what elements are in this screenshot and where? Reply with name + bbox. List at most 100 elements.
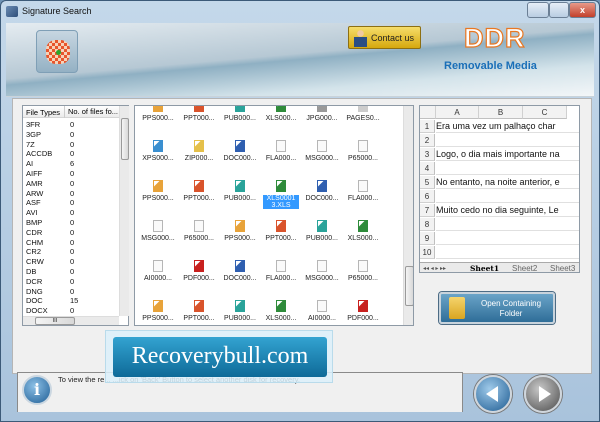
list-item[interactable]: AIFF 0	[26, 169, 116, 178]
list-horizontal-scrollbar[interactable]: III	[23, 316, 119, 325]
list-item[interactable]: CRW 0	[26, 257, 116, 266]
contact-label: Contact us	[371, 33, 415, 43]
file-type: CHM	[26, 237, 44, 247]
file-item[interactable]: DOC000...	[301, 180, 343, 202]
list-item[interactable]: 7Z 0	[26, 140, 116, 149]
file-item[interactable]: FLA000...	[260, 140, 302, 162]
file-name: XLS000...	[265, 115, 297, 122]
row-header: 2	[420, 134, 435, 147]
list-vertical-scrollbar[interactable]	[119, 106, 129, 316]
list-item[interactable]: DOCX 0	[26, 306, 116, 315]
sheet-cell[interactable]: Muito cedo no dia seguinte, Le	[436, 204, 559, 217]
row-header: 3	[420, 148, 435, 161]
column-count[interactable]: No. of files fo...	[64, 106, 118, 118]
file-item[interactable]: PPT000...	[178, 180, 220, 202]
product-name: Removable Media	[444, 60, 537, 72]
file-item[interactable]: JPG000...	[301, 106, 343, 122]
file-item[interactable]: PAGES0...	[342, 106, 384, 122]
tab-sheet1[interactable]: Sheet1	[470, 264, 499, 272]
file-item[interactable]: PPT000...	[260, 220, 302, 242]
tab-sheet2[interactable]: Sheet2	[512, 264, 537, 272]
brand-logo: DDR	[463, 22, 526, 53]
list-item[interactable]: BMP 0	[26, 218, 116, 227]
list-item[interactable]: ASF 0	[26, 198, 116, 207]
file-item[interactable]: MSG000...	[137, 220, 179, 242]
file-item[interactable]: PPS000...	[137, 300, 179, 322]
close-button[interactable]: x	[569, 2, 596, 18]
file-item[interactable]: PDF000...	[342, 300, 384, 322]
maximize-button[interactable]	[549, 2, 569, 18]
file-item[interactable]: PPT000...	[178, 300, 220, 322]
list-item[interactable]: CHM 0	[26, 238, 116, 247]
contact-us-button[interactable]: Contact us	[348, 26, 421, 49]
file-item[interactable]: PUB000...	[219, 300, 261, 322]
list-item[interactable]: 3GP 0	[26, 130, 116, 139]
file-item[interactable]: AI0000...	[301, 300, 343, 322]
file-item[interactable]: PDF000...	[178, 260, 220, 282]
file-item[interactable]: MSG000...	[301, 140, 343, 162]
list-item[interactable]: ARW 0	[26, 189, 116, 198]
file-item[interactable]: XPS000...	[137, 140, 179, 162]
corner-cell	[420, 106, 436, 119]
file-name: FLA000...	[265, 275, 297, 282]
list-item[interactable]: DOC 15	[26, 296, 116, 305]
file-item[interactable]: P65000...	[178, 220, 220, 242]
file-item[interactable]: PUB000...	[219, 106, 261, 122]
file-item[interactable]: PUB000...	[219, 180, 261, 202]
file-name: P65000...	[184, 235, 214, 242]
list-item[interactable]: ACCDB 0	[26, 149, 116, 158]
file-item[interactable]: FLA000...	[342, 180, 384, 202]
list-item[interactable]: AVI 0	[26, 208, 116, 217]
file-item[interactable]: XLS000...	[260, 300, 302, 322]
list-item[interactable]: DNG 0	[26, 287, 116, 296]
file-item[interactable]: AI0000...	[137, 260, 179, 282]
file-type: DOC	[26, 296, 43, 306]
row-header: 4	[420, 162, 435, 175]
file-item[interactable]: P65000...	[342, 260, 384, 282]
list-item[interactable]: CDR 0	[26, 228, 116, 237]
p65-file-icon	[194, 220, 204, 232]
file-item[interactable]: ZIP000...	[178, 140, 220, 162]
list-item[interactable]: DCR 0	[26, 277, 116, 286]
file-item[interactable]: XLS000...	[260, 106, 302, 122]
doc-file-icon	[235, 140, 245, 152]
row-header: 8	[420, 218, 435, 231]
next-button[interactable]	[524, 375, 562, 413]
file-name: FLA000...	[347, 195, 379, 202]
sheet-nav-arrows[interactable]: ◂◂ ◂ ▸ ▸▸	[423, 265, 446, 272]
file-item[interactable]: XLS000...	[342, 220, 384, 242]
list-item[interactable]: 3FR 0	[26, 120, 116, 129]
open-containing-folder-button[interactable]: Open Containing Folder	[439, 292, 555, 324]
file-item[interactable]: FLA000...	[260, 260, 302, 282]
list-item[interactable]: CR2 0	[26, 247, 116, 256]
file-item[interactable]: PPS000...	[137, 180, 179, 202]
fla-file-icon	[276, 140, 286, 152]
file-item[interactable]: PPS000...	[219, 220, 261, 242]
file-name: FLA000...	[265, 155, 297, 162]
sheet-cell[interactable]: Era uma vez um palhaço char	[436, 120, 556, 133]
person-icon	[354, 29, 367, 47]
column-file-types[interactable]: File Types	[26, 108, 60, 117]
sheet-cell[interactable]: Logo, o dia mais importante na	[436, 148, 560, 161]
title-bar: Signature Search x	[1, 1, 599, 23]
sheet-cell[interactable]: No entanto, na noite anterior, e	[436, 176, 560, 189]
xls-file-icon	[358, 220, 368, 232]
file-name: PUB000...	[306, 235, 338, 242]
list-item[interactable]: AMR 0	[26, 179, 116, 188]
file-item[interactable]: XLS00013.XLS	[260, 180, 302, 209]
tab-sheet3[interactable]: Sheet3	[550, 264, 575, 272]
minimize-button[interactable]	[527, 2, 549, 18]
list-item[interactable]: DB 0	[26, 267, 116, 276]
file-item[interactable]: DOC000...	[219, 260, 261, 282]
file-item[interactable]: PUB000...	[301, 220, 343, 242]
back-button[interactable]	[474, 375, 512, 413]
files-scrollbar[interactable]	[403, 106, 413, 325]
file-item[interactable]: PPS000...	[137, 106, 179, 122]
pub-file-icon	[317, 220, 327, 232]
list-item[interactable]: AI 6	[26, 159, 116, 168]
file-item[interactable]: MSG000...	[301, 260, 343, 282]
file-type: AIFF	[26, 169, 43, 178]
file-item[interactable]: DOC000...	[219, 140, 261, 162]
file-item[interactable]: PPT000...	[178, 106, 220, 122]
file-item[interactable]: P65000...	[342, 140, 384, 162]
